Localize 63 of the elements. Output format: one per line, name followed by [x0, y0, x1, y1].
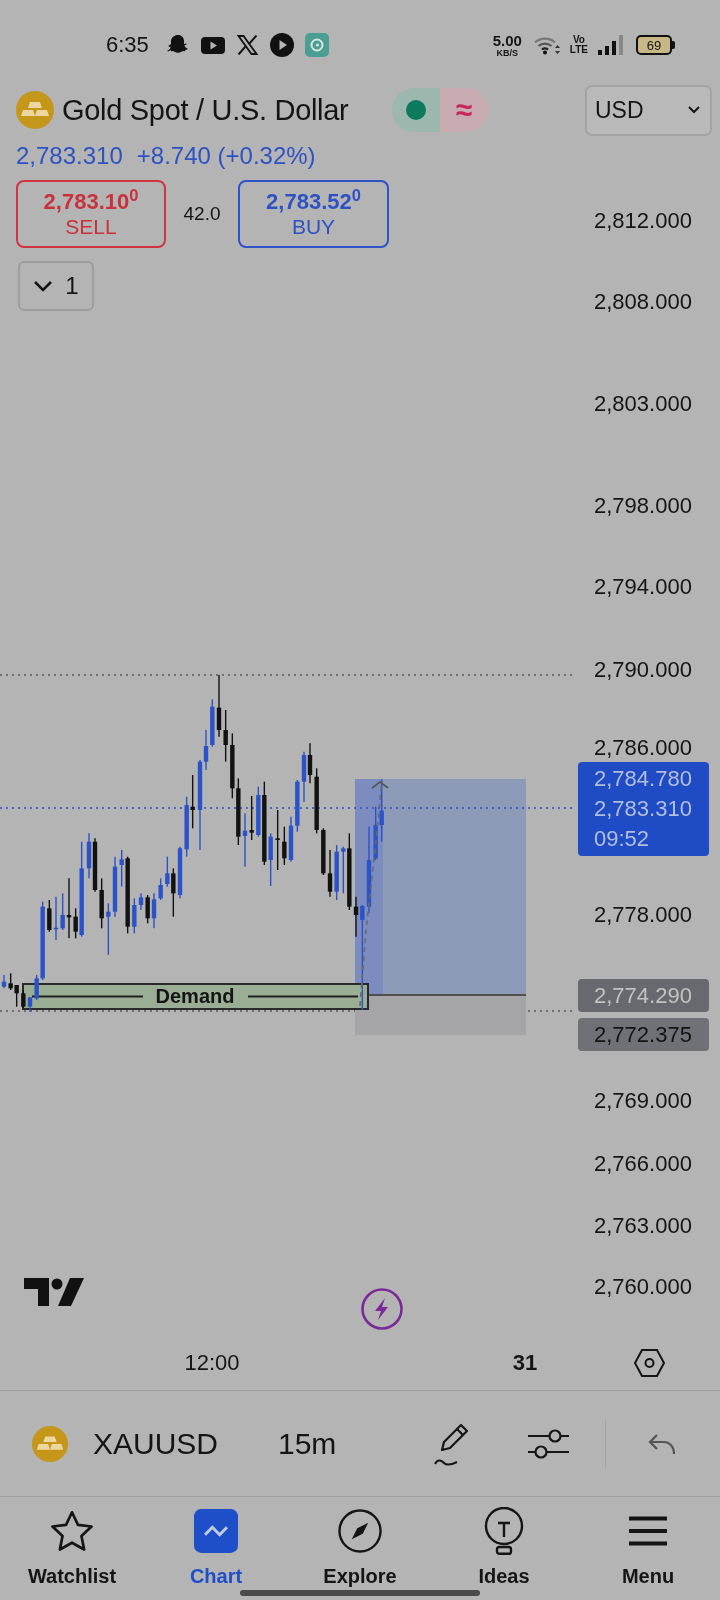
signal-icon — [598, 35, 623, 55]
lightning-icon[interactable] — [361, 1288, 403, 1330]
price-change: +8.740 (+0.32%) — [136, 141, 316, 171]
logo-icon — [24, 1277, 84, 1307]
net-speed-value: 5.00 — [492, 32, 522, 48]
battery-percent: 69 — [636, 35, 672, 55]
play-circle-icon — [269, 33, 294, 57]
price-tag-label: 2,783.310 — [594, 795, 693, 823]
price-tag-label: 2,784.780 — [594, 765, 693, 793]
price-axis-label: 2,812.000 — [594, 208, 692, 234]
interval-label[interactable]: 15m — [278, 1421, 358, 1466]
price-axis-label: 2,790.000 — [594, 657, 692, 683]
undo-icon[interactable] — [648, 1432, 676, 1455]
price-axis-label: 2,760.000 — [594, 1274, 692, 1300]
indicators-toggle[interactable]: 1 — [18, 261, 94, 311]
nav-tab[interactable]: Watchlist — [0, 1497, 144, 1600]
network-type-label: Vo — [572, 35, 585, 45]
target-caret-icon — [371, 781, 389, 789]
settings-icon[interactable] — [634, 1349, 665, 1377]
ingot-icon — [32, 1425, 68, 1462]
nav-tab[interactable]: Ideas — [432, 1497, 576, 1600]
last-price: 2,783.310 — [16, 141, 123, 171]
price-axis-label: 2,798.000 — [594, 493, 692, 519]
status-dot-icon — [406, 100, 426, 120]
delay-indicator: ≈ — [440, 88, 488, 132]
price-axis-label: 2,803.000 — [594, 391, 692, 417]
net-speed-unit: KB/S — [496, 47, 518, 58]
price-tag-label: 09:52 — [594, 825, 651, 853]
chevron-down-icon — [688, 106, 700, 114]
ghost-icon — [166, 34, 189, 56]
price-axis-label: 2,794.000 — [594, 574, 692, 600]
time-axis-label: 12:00 — [184, 1350, 240, 1376]
price-axis-label: 2,786.000 — [594, 735, 692, 761]
zone-label: Demand — [155, 984, 235, 1009]
chevron-down-icon — [33, 280, 54, 292]
time-axis-label: 31 — [512, 1350, 538, 1376]
wifi-icon — [533, 35, 560, 55]
nav-tab[interactable]: Explore — [288, 1497, 432, 1600]
currency-select[interactable]: USD — [585, 84, 712, 136]
x-mark-icon — [236, 35, 258, 55]
compass-icon — [338, 1509, 382, 1553]
star-icon — [50, 1510, 94, 1552]
sliders-icon[interactable] — [528, 1426, 569, 1461]
price-tag-label: 2,774.290 — [594, 981, 693, 1010]
ingot-icon — [16, 91, 54, 129]
candlestick — [275, 809, 280, 871]
price-tag-label: 2,772.375 — [594, 1020, 693, 1049]
price-axis-label: 2,769.000 — [594, 1088, 692, 1114]
symbol-title: Gold Spot / U.S. Dollar — [62, 93, 350, 128]
price-axis-label: 2,778.000 — [594, 902, 692, 928]
spread-value: 42.0 — [182, 201, 222, 226]
chart-icon — [194, 1509, 238, 1553]
network-type-label: LTE — [569, 45, 588, 55]
nav-tab[interactable]: Menu — [576, 1497, 720, 1600]
lightbulb-icon — [484, 1507, 524, 1555]
price-axis-label: 2,763.000 — [594, 1213, 692, 1239]
price-axis-label: 2,766.000 — [594, 1151, 692, 1177]
video-play-icon — [200, 36, 225, 54]
menu-icon — [629, 1516, 667, 1546]
status-time: 6:35 — [106, 34, 149, 56]
price-axis-label: 2,808.000 — [594, 289, 692, 315]
app-icon — [304, 33, 329, 57]
symbol-name[interactable]: XAUUSD — [93, 1421, 253, 1466]
